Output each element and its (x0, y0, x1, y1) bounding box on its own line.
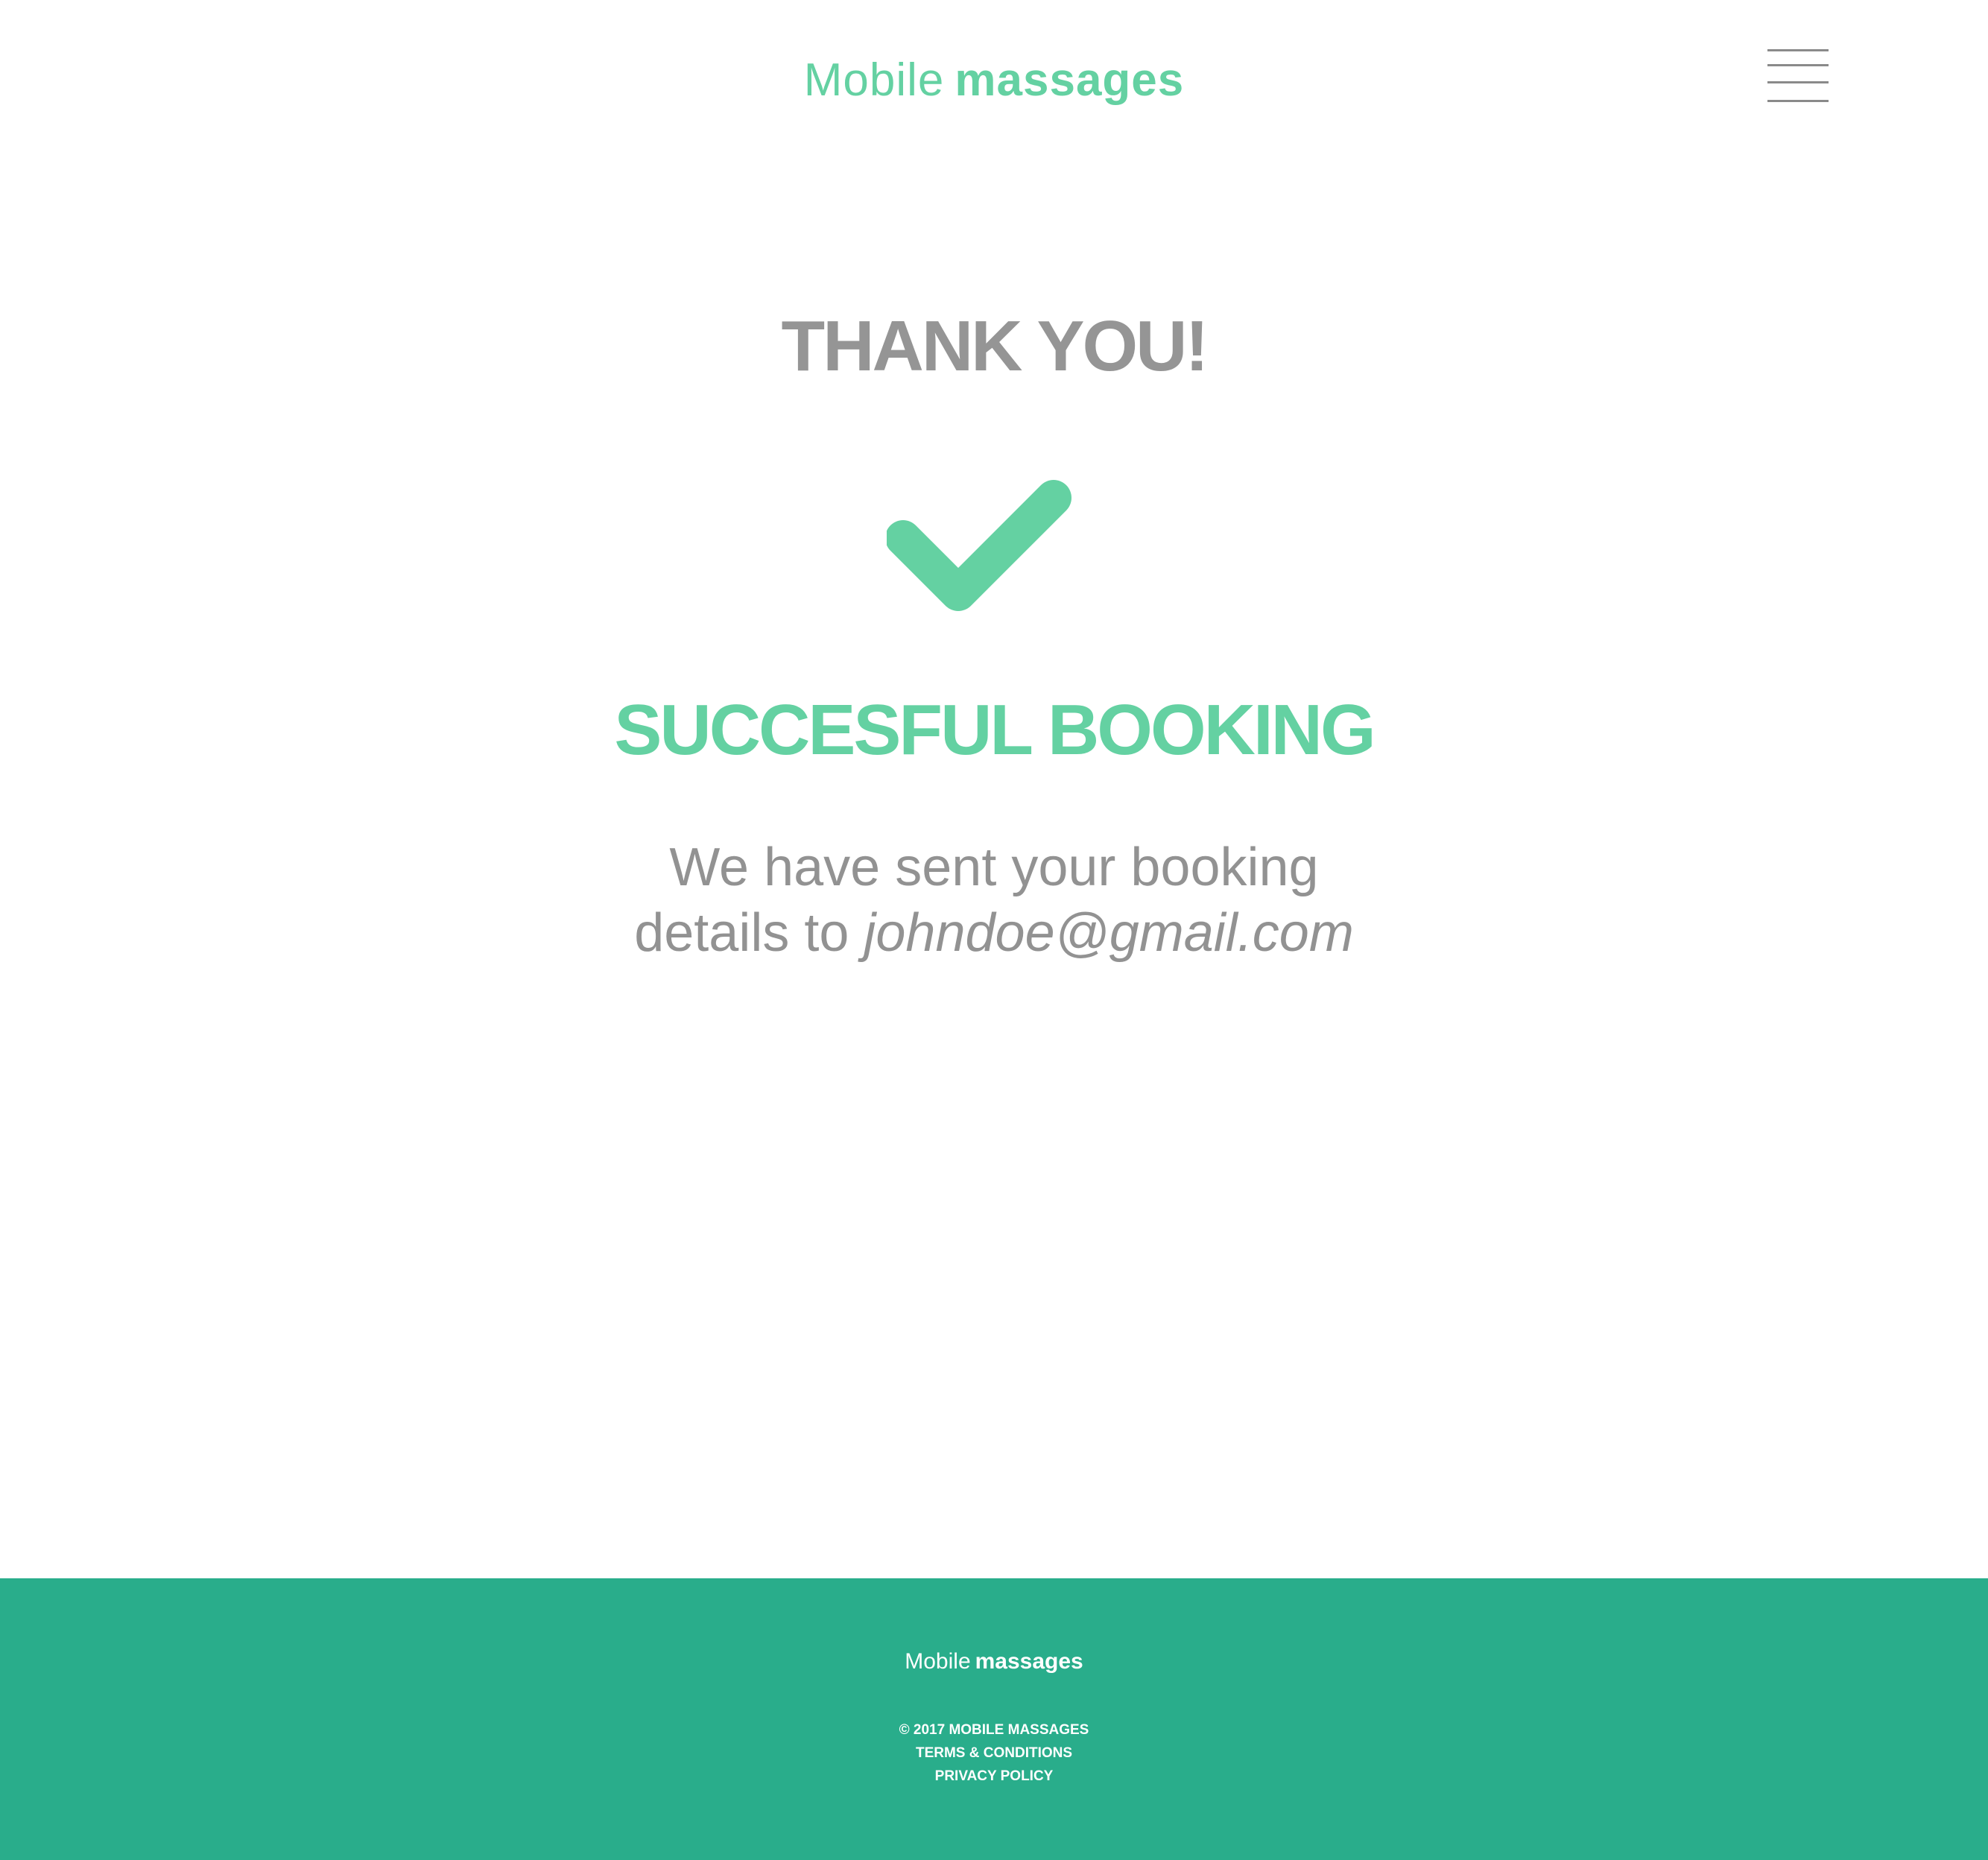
menu-line (1767, 81, 1829, 83)
message-line-1: We have sent your booking (669, 838, 1319, 897)
checkmark-icon (887, 480, 1071, 611)
footer-logo-light: Mobile (905, 1649, 971, 1674)
email-address: johndoe@gmail.com (864, 903, 1354, 963)
privacy-policy-link[interactable]: PRIVACY POLICY (0, 1765, 1988, 1788)
confirmation-message: We have sent your booking details to joh… (0, 835, 1988, 966)
footer-links: © 2017 MOBILE MASSAGES TERMS & CONDITION… (0, 1718, 1988, 1788)
message-line-2: details to johndoe@gmail.com (0, 900, 1988, 966)
brand-logo[interactable]: Mobile massages (0, 51, 1988, 110)
message-prefix: details to (634, 903, 849, 963)
menu-line (1767, 64, 1829, 66)
menu-line (1767, 49, 1829, 51)
terms-conditions-link[interactable]: TERMS & CONDITIONS (0, 1742, 1988, 1765)
menu-line (1767, 100, 1829, 102)
footer-logo[interactable]: Mobile massages (0, 1647, 1988, 1677)
copyright-text: © 2017 MOBILE MASSAGES (899, 1722, 1089, 1738)
hamburger-menu-icon[interactable] (1764, 46, 1830, 104)
site-header: Mobile massages (0, 0, 1988, 164)
brand-logo-light: Mobile (803, 54, 945, 106)
brand-logo-bold: massages (955, 54, 1185, 106)
footer-logo-bold: massages (975, 1649, 1083, 1674)
thank-you-heading: THANK YOU! (781, 306, 1209, 386)
booking-status: SUCCESFUL BOOKING (614, 690, 1376, 770)
